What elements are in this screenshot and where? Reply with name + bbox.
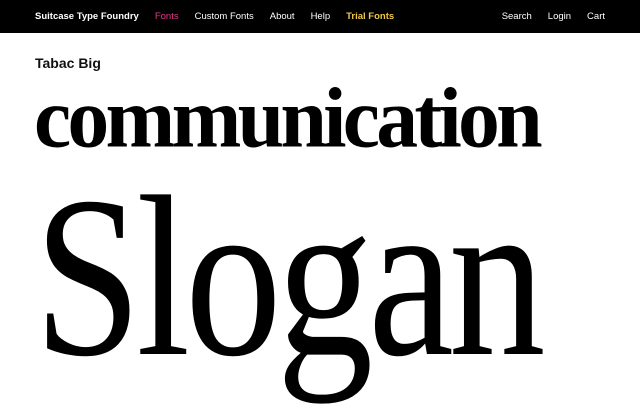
nav-link-login[interactable]: Login bbox=[548, 11, 571, 22]
nav-link-about[interactable]: About bbox=[270, 11, 295, 22]
nav-link-cart[interactable]: Cart bbox=[587, 11, 605, 22]
nav-link-trial-fonts[interactable]: Trial Fonts bbox=[346, 11, 394, 22]
font-family-title: Tabac Big bbox=[35, 55, 101, 71]
main-nav: Fonts Custom Fonts About Help Trial Font… bbox=[155, 11, 394, 22]
nav-link-search[interactable]: Search bbox=[502, 11, 532, 22]
nav-link-help[interactable]: Help bbox=[311, 11, 331, 22]
top-navigation-bar: Suitcase Type Foundry Fonts Custom Fonts… bbox=[0, 0, 640, 33]
nav-link-custom-fonts[interactable]: Custom Fonts bbox=[195, 11, 254, 22]
utility-nav: Search Login Cart bbox=[502, 11, 605, 22]
specimen-sample-light: Slogan bbox=[34, 149, 545, 404]
brand-logo-link[interactable]: Suitcase Type Foundry bbox=[35, 11, 139, 22]
nav-link-fonts[interactable]: Fonts bbox=[155, 11, 179, 22]
